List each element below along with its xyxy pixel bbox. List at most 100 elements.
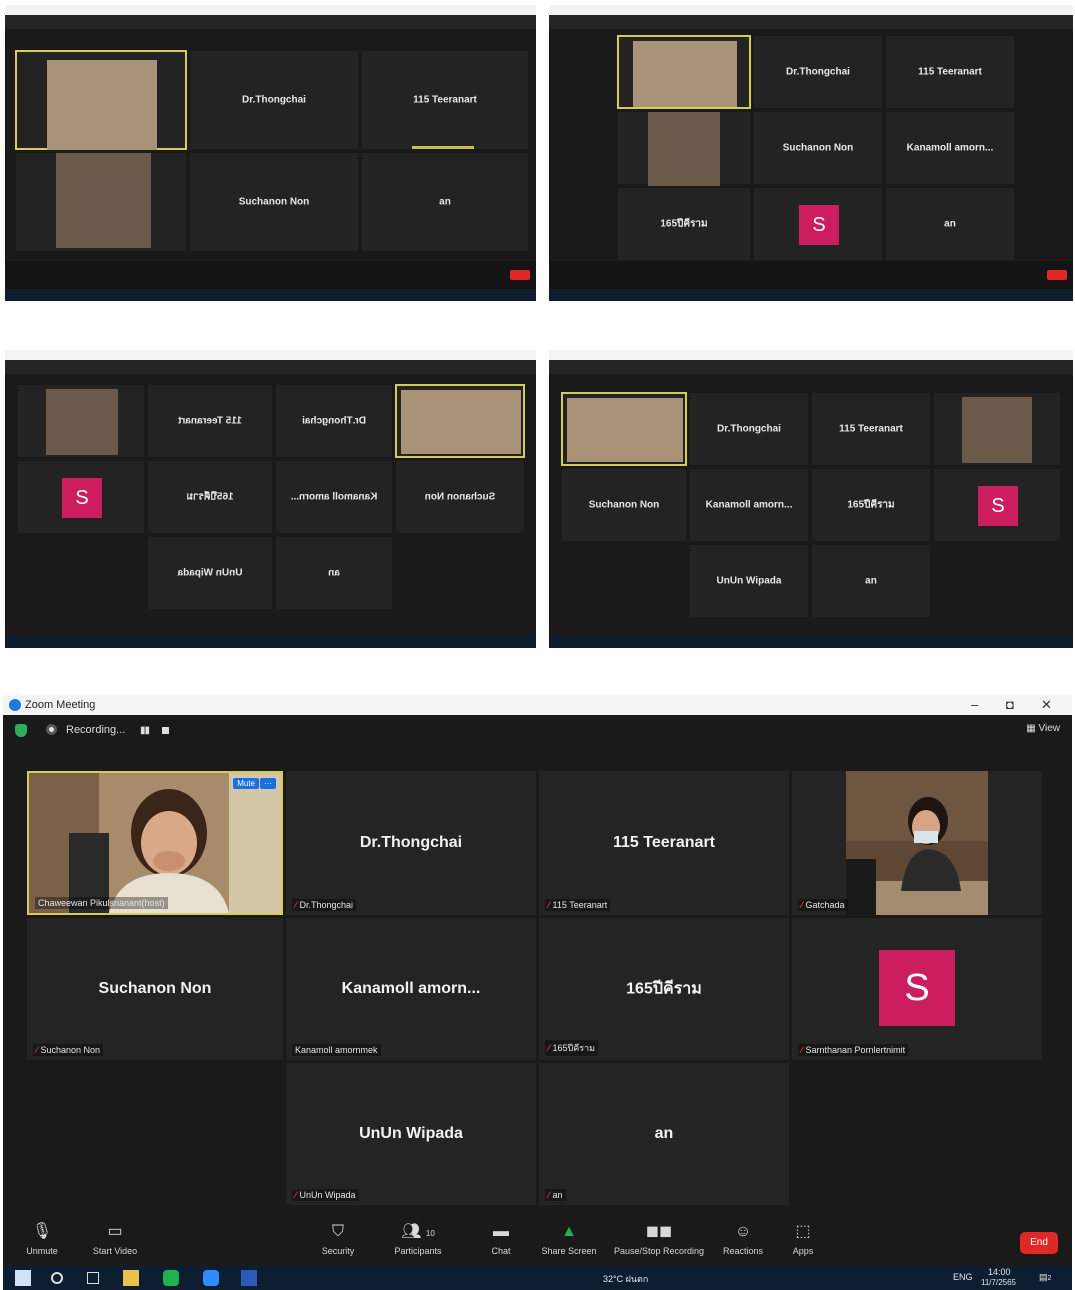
thumb-tile: 115 Teeranart <box>811 392 931 466</box>
share-screen-icon: ▲ <box>561 1223 577 1240</box>
stop-recording-icon[interactable] <box>162 727 169 734</box>
windows-start-icon[interactable] <box>15 1270 31 1286</box>
security-button[interactable]: ⛉ Security <box>313 1222 363 1256</box>
zoom-app-icon[interactable] <box>203 1270 219 1286</box>
thumb-statusbar <box>549 15 1073 29</box>
muted-mic-icon: ⁄ <box>295 900 297 910</box>
thumb-tile: UnUn Wipada <box>689 544 809 618</box>
participant-name-label: ⁄ Gatchada <box>798 899 848 911</box>
thumbnail-screenshot-2: Dr.Thongchai 115 Teeranart Suchanon Non … <box>549 5 1073 301</box>
line-app-icon[interactable] <box>163 1270 179 1286</box>
participant-tile[interactable]: UnUn Wipada ⁄ UnUn Wipada <box>286 1063 536 1205</box>
participant-name-label: ⁄ 115 Teeranart <box>545 899 611 911</box>
task-view-icon[interactable] <box>87 1272 99 1284</box>
thumb-statusbar <box>549 360 1073 374</box>
clock-date[interactable]: 11/7/2565 <box>981 1278 1016 1287</box>
close-button[interactable]: ✕ <box>1041 697 1052 713</box>
participant-name-label: Kanamoll amornmek <box>292 1044 381 1056</box>
mute-participant-button[interactable]: Mute <box>233 778 259 789</box>
participant-display-name: Kanamoll amorn... <box>341 980 481 997</box>
thumb-tile <box>617 35 751 109</box>
language-indicator[interactable]: ENG <box>953 1272 973 1282</box>
thumb-tile: an <box>275 536 393 610</box>
apps-icon: ⬚ <box>795 1223 811 1240</box>
participant-name-label: ⁄ UnUn Wipada <box>292 1189 359 1201</box>
participant-display-name: Suchanon Non <box>98 980 212 997</box>
participant-name-label: Chaweewan Pikulsrianant(host) <box>35 897 168 909</box>
thumb-tile <box>15 152 187 252</box>
muted-mic-icon: ⁄ <box>548 1190 550 1200</box>
thumb-tile: Dr.Thongchai <box>753 35 883 109</box>
thumb-tile <box>15 50 187 150</box>
thumb-tile: Suchanon Non <box>753 111 883 185</box>
participant-display-name: Dr.Thongchai <box>359 834 463 851</box>
participant-tile[interactable]: Kanamoll amorn... Kanamoll amornmek <box>286 918 536 1060</box>
participant-tile-host[interactable]: Mute ··· Chaweewan Pikulsrianant(host) <box>27 771 283 915</box>
unmute-button[interactable]: 🎙︎ Unmute <box>17 1222 67 1256</box>
muted-mic-icon: ⁄ <box>295 1190 297 1200</box>
participant-tile[interactable]: 115 Teeranart ⁄ 115 Teeranart <box>539 771 789 915</box>
participant-name-label: ⁄ Suchanon Non <box>33 1044 104 1056</box>
zoom-logo-icon <box>9 699 21 711</box>
participant-tile[interactable]: 165ปีคีราม ⁄ 165ปีคีราม <box>539 918 789 1060</box>
participant-tile[interactable]: Suchanon Non ⁄ Suchanon Non <box>27 918 283 1060</box>
reactions-button[interactable]: ☺ Reactions <box>718 1222 768 1256</box>
muted-mic-icon: ⁄ <box>548 900 550 910</box>
encryption-shield-icon[interactable] <box>15 724 27 737</box>
participant-display-name: UnUn Wipada <box>359 1125 463 1142</box>
thumb-toolbar <box>5 261 536 289</box>
minimize-button[interactable]: – <box>971 697 978 712</box>
search-icon[interactable] <box>51 1272 63 1284</box>
thumb-titlebar <box>549 350 1073 360</box>
pause-stop-recording-button[interactable]: ◼◼ Pause/Stop Recording <box>610 1222 708 1256</box>
zoom-meeting-window: Zoom Meeting – ◘ ✕ Recording... ▮▮ ▦ Vie… <box>3 695 1072 1290</box>
muted-mic-icon: ⁄ <box>548 1043 550 1053</box>
thumb-tile <box>561 392 687 466</box>
thumb-tile: 165ปีคีราม <box>147 460 273 534</box>
thumb-taskbar <box>549 636 1073 648</box>
thumb-toolbar <box>549 261 1073 289</box>
thumb-taskbar <box>5 289 536 301</box>
window-title: Zoom Meeting <box>25 699 96 711</box>
view-button[interactable]: ▦ View <box>1026 723 1060 734</box>
participant-tile[interactable]: ⁄ Gatchada <box>792 771 1042 915</box>
notifications-icon[interactable]: ▤2 <box>1039 1272 1051 1283</box>
windows-taskbar: 32°C ฝนตก ENG 14:00 11/7/2565 ▤2 <box>3 1266 1072 1290</box>
word-app-icon[interactable] <box>241 1270 257 1286</box>
apps-button[interactable]: ⬚ Apps <box>783 1222 823 1256</box>
thumb-tile <box>17 384 145 458</box>
participant-display-name: 165ปีคีราม <box>626 980 702 998</box>
thumb-tile: 115 Teeranart <box>885 35 1015 109</box>
chat-button[interactable]: ▬ Chat <box>481 1222 521 1256</box>
thumb-tile: Suchanon Non <box>189 152 359 252</box>
end-meeting-button[interactable]: End <box>1020 1232 1058 1254</box>
participant-tile[interactable]: S ⁄ Sarnthanan Pornlertnimit <box>792 918 1042 1060</box>
pause-recording-icon[interactable]: ▮▮ <box>140 725 150 736</box>
participants-button[interactable]: 👥︎ 10 Participants <box>388 1222 448 1256</box>
thumb-tile: Suchanon Non <box>561 468 687 542</box>
thumb-tile: an <box>811 544 931 618</box>
participant-tile[interactable]: an ⁄ an <box>539 1063 789 1205</box>
clock-time[interactable]: 14:00 <box>988 1267 1011 1277</box>
start-video-button[interactable]: ▭ Start Video <box>85 1222 145 1256</box>
thumb-tile: 115 Teeranart <box>147 384 273 458</box>
recording-label: Recording... <box>66 724 126 736</box>
thumb-tile: Kanamoll amorn... <box>275 460 393 534</box>
thumb-tile <box>933 392 1061 466</box>
thumb-tile: an <box>885 187 1015 261</box>
participant-avatar: S <box>879 950 955 1026</box>
thumbnail-screenshot-1: Dr.Thongchai 115 Teeranart Suchanon Non … <box>5 5 536 301</box>
participant-tile[interactable]: Dr.Thongchai ⁄ Dr.Thongchai <box>286 771 536 915</box>
participant-video <box>29 773 281 913</box>
thumb-tile: S <box>17 460 145 534</box>
more-options-button[interactable]: ··· <box>260 778 276 789</box>
file-explorer-icon[interactable] <box>123 1270 139 1286</box>
weather-indicator[interactable]: 32°C ฝนตก <box>603 1272 648 1286</box>
thumb-tile: Dr.Thongchai <box>275 384 393 458</box>
meeting-toolbar: 🎙︎ Unmute ▭ Start Video ⛉ Security 👥︎ 10… <box>3 1218 1072 1266</box>
participant-video <box>846 771 988 915</box>
share-screen-button[interactable]: ▲ Share Screen <box>538 1222 600 1256</box>
thumb-tile: 165ปีคีราม <box>617 187 751 261</box>
restore-button[interactable]: ◘ <box>1006 697 1014 712</box>
thumb-tile <box>395 384 525 458</box>
